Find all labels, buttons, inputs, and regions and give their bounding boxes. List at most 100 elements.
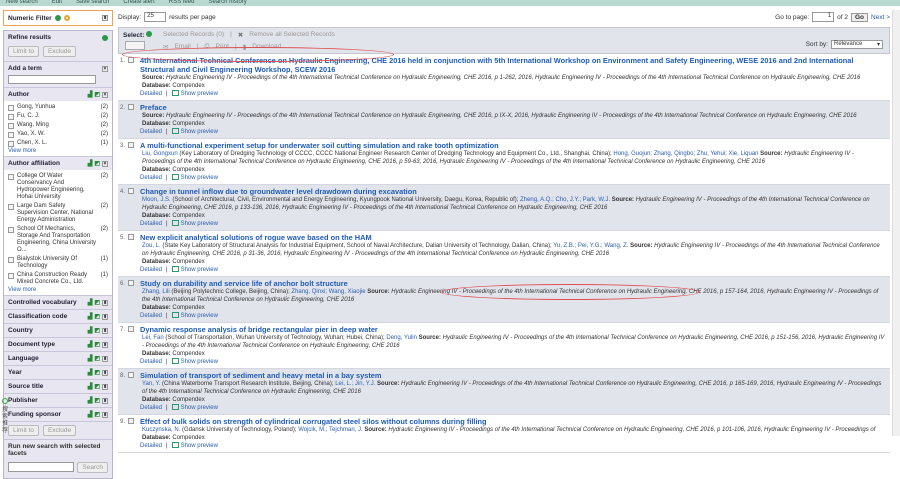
select-all-dropdown[interactable] <box>125 41 145 50</box>
chart-icon[interactable]: ▟ <box>88 383 93 390</box>
go-button[interactable]: Go <box>851 12 869 22</box>
facet-header[interactable]: Classification code ▟ ◩ ⇟ <box>4 309 112 323</box>
expand-icon[interactable]: ⇟ <box>102 369 108 376</box>
export-icon[interactable]: ◩ <box>94 91 100 98</box>
facet-item[interactable]: Fu, C. J. (2) <box>8 112 108 121</box>
show-preview-link[interactable]: Show preview <box>171 312 218 320</box>
chart-icon[interactable]: ▟ <box>88 341 93 348</box>
chart-icon[interactable]: ▟ <box>88 327 93 334</box>
result-title-link[interactable]: Study on durability and service life of … <box>140 279 886 288</box>
export-icon[interactable]: ◩ <box>94 160 100 167</box>
result-checkbox[interactable] <box>128 280 134 286</box>
page-input[interactable]: 1 <box>812 12 835 22</box>
checkbox[interactable] <box>8 174 14 180</box>
show-preview-link[interactable]: Show preview <box>171 358 218 366</box>
export-icon[interactable]: ◩ <box>94 411 100 418</box>
export-icon[interactable]: ◩ <box>94 341 100 348</box>
facet-item[interactable]: Bialystok University Of Technology (1) <box>8 255 108 271</box>
toolbar-item[interactable]: Search history <box>208 0 246 6</box>
result-checkbox[interactable] <box>128 372 134 378</box>
search-button[interactable]: Search <box>77 462 108 473</box>
checkbox[interactable] <box>8 257 14 263</box>
exclude-button[interactable]: Exclude <box>42 425 77 436</box>
checkbox[interactable] <box>8 273 14 279</box>
author-link[interactable]: Lei, Fan <box>142 335 164 341</box>
chart-icon[interactable]: ▟ <box>88 313 93 320</box>
chart-icon[interactable]: ▟ <box>88 160 93 167</box>
checkbox[interactable] <box>8 105 14 111</box>
facet-header[interactable]: Controlled vocabulary ▟ ◩ ⇟ <box>4 295 112 309</box>
expand-icon[interactable]: ⇟ <box>102 383 108 390</box>
result-checkbox[interactable] <box>128 188 134 194</box>
show-preview-link[interactable]: Show preview <box>171 90 218 98</box>
coauthor-links[interactable]: Yu, Z.B.; Pei, Y.G.; Wang, Z. <box>553 243 628 249</box>
checkbox[interactable] <box>8 123 14 129</box>
author-link[interactable]: Kuczynska, N. <box>142 427 180 433</box>
expand-icon[interactable]: ⇟ <box>102 411 108 418</box>
author-link[interactable]: Moon, J.S. <box>142 197 171 203</box>
show-preview-link[interactable]: Show preview <box>171 266 218 274</box>
expand-icon[interactable]: ⇟ <box>102 397 108 404</box>
result-title-link[interactable]: A multi-functional experiment setup for … <box>140 141 886 150</box>
collapse-icon[interactable]: × <box>102 65 108 72</box>
facet-item[interactable]: Chen, X. L. (1) <box>8 139 108 148</box>
result-title-link[interactable]: Change in tunnel inflow due to groundwat… <box>140 187 886 196</box>
next-page-link[interactable]: Next > <box>871 14 890 21</box>
toolbar-item[interactable]: Save search <box>76 0 109 6</box>
author-link[interactable]: Liu, Gongxun <box>142 151 178 157</box>
chart-icon[interactable]: ▟ <box>88 299 93 306</box>
new-search-input[interactable] <box>8 462 75 472</box>
chart-icon[interactable]: ▟ <box>88 91 93 98</box>
limit-to-button[interactable]: Limit to <box>8 425 39 436</box>
detailed-link[interactable]: Detailed <box>140 358 162 366</box>
selected-records[interactable]: Selected Records (0) <box>163 31 224 39</box>
facet-item[interactable]: Gong, Yunhua (2) <box>8 103 108 112</box>
detailed-link[interactable]: Detailed <box>140 404 162 412</box>
coauthor-links[interactable]: Hong, Guojun; Zhang, Qingbo; Zhu, Yehui;… <box>613 151 758 157</box>
coauthor-links[interactable]: Wojcik, M.; Tejchman, J. <box>298 427 362 433</box>
facet-item[interactable]: School Of Mechanics, Storage And Transpo… <box>8 225 108 255</box>
author-link[interactable]: Zhang, Lili <box>142 289 170 295</box>
result-title-link[interactable]: 4th International Technical Conference o… <box>140 56 886 74</box>
export-icon[interactable]: ◩ <box>94 369 100 376</box>
facet-item[interactable]: College Of Water Conservancy And Hydropo… <box>8 172 108 202</box>
result-title-link[interactable]: Preface <box>140 103 886 112</box>
detailed-link[interactable]: Detailed <box>140 312 162 320</box>
facet-item[interactable]: Large Dam Safety Supervision Center, Nat… <box>8 202 108 225</box>
detailed-link[interactable]: Detailed <box>140 128 162 136</box>
numeric-filter[interactable]: Numeric Filter ⇟ <box>3 10 113 26</box>
expand-icon[interactable]: ⇟ <box>102 299 108 306</box>
detailed-link[interactable]: Detailed <box>140 220 162 228</box>
export-icon[interactable]: ◩ <box>94 355 100 362</box>
email-button[interactable]: Email <box>174 43 190 51</box>
export-icon[interactable]: ◩ <box>94 313 100 320</box>
exclude-button[interactable]: Exclude <box>42 46 77 57</box>
checkbox[interactable] <box>8 114 14 120</box>
checkbox[interactable] <box>8 141 14 147</box>
print-button[interactable]: Print <box>216 43 229 51</box>
show-preview-link[interactable]: Show preview <box>171 442 218 450</box>
download-button[interactable]: Download <box>252 43 281 51</box>
coauthor-links[interactable]: Zhang, Qinxi; Wang, Xiaojie <box>291 289 365 295</box>
result-checkbox[interactable] <box>128 234 134 240</box>
result-checkbox[interactable] <box>128 142 134 148</box>
facet-header[interactable]: Country ▟ ◩ ⇟ <box>4 323 112 337</box>
coauthor-links[interactable]: Deng, Yulin <box>386 335 417 341</box>
export-icon[interactable]: ◩ <box>94 299 100 306</box>
facet-item[interactable]: Yao, X. W. (2) <box>8 130 108 139</box>
facet-header[interactable]: Author affiliation ▟ ◩ × <box>4 156 112 170</box>
expand-icon[interactable]: ⇟ <box>102 341 108 348</box>
author-link[interactable]: Zou, L. <box>142 243 161 249</box>
detailed-link[interactable]: Detailed <box>140 442 162 450</box>
view-more-link[interactable]: View more <box>8 148 108 154</box>
detailed-link[interactable]: Detailed <box>140 266 162 274</box>
result-checkbox[interactable] <box>128 418 134 424</box>
expand-icon[interactable]: ⇟ <box>102 355 108 362</box>
expand-icon[interactable]: ⇟ <box>102 327 108 334</box>
sort-select[interactable]: Relevance <box>831 40 883 49</box>
toolbar-item[interactable]: Create alert <box>123 0 154 6</box>
scrollbar[interactable] <box>892 10 900 436</box>
search-recommend-tool[interactable]: 搜索推荐 <box>2 398 10 435</box>
orange-circle-icon[interactable] <box>63 15 70 21</box>
result-title-link[interactable]: Simulation of transport of sediment and … <box>140 371 886 380</box>
